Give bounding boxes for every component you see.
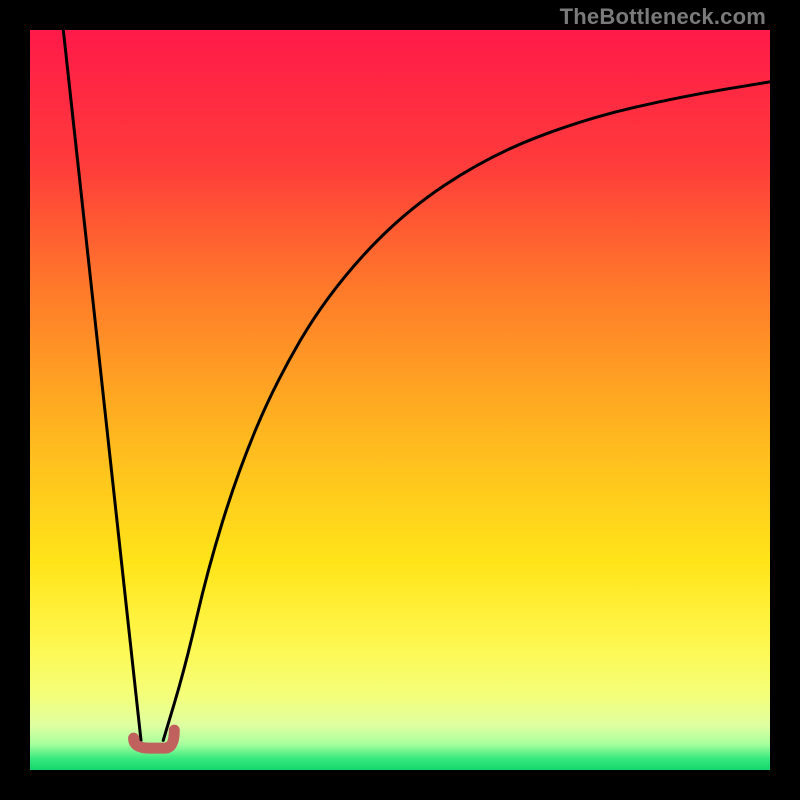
chart-frame: TheBottleneck.com bbox=[0, 0, 800, 800]
plot-area bbox=[30, 30, 770, 770]
bottleneck-curve bbox=[30, 30, 770, 770]
watermark-text: TheBottleneck.com bbox=[560, 4, 766, 30]
